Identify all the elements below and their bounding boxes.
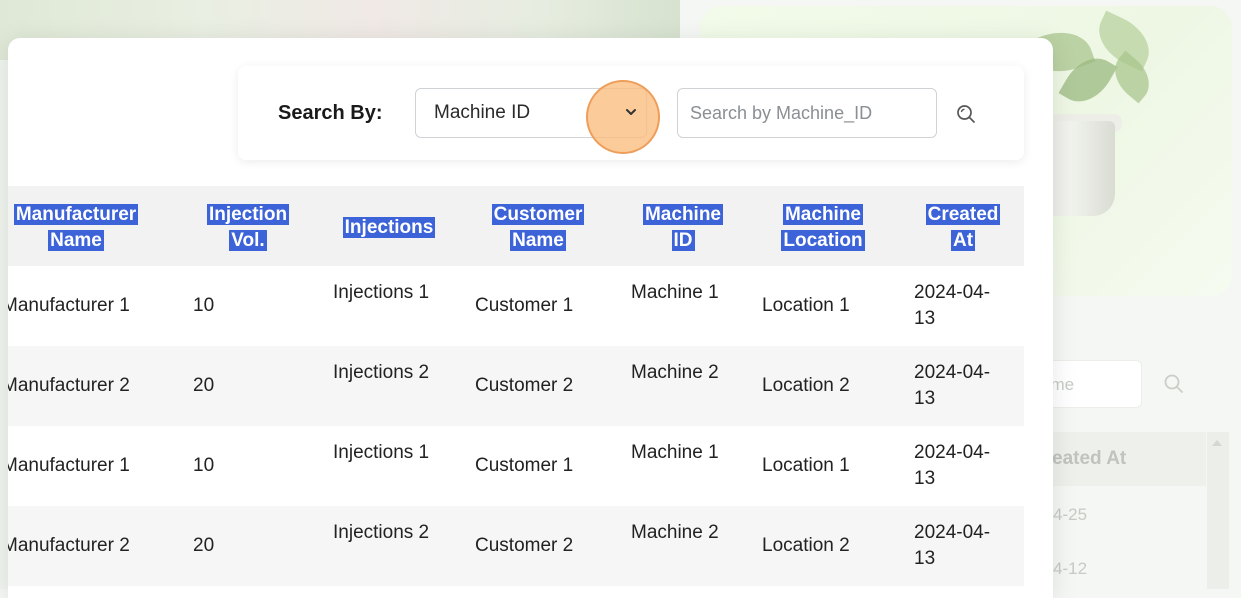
cell-machine-id: Machine 2 xyxy=(631,522,719,543)
cell-manufacturer: Manufacturer 2 xyxy=(8,375,130,396)
cell-injection-vol: 20 xyxy=(193,375,215,396)
background-scrollbar xyxy=(1207,432,1229,589)
column-header-injections[interactable]: Injections xyxy=(328,215,450,241)
cell-machine-location: Location 2 xyxy=(762,375,850,396)
cell-machine-location: Location 1 xyxy=(762,455,850,476)
cell-customer: Customer 2 xyxy=(475,375,574,396)
cell-machine-id: Machine 2 xyxy=(631,362,719,383)
click-indicator xyxy=(586,80,660,154)
search-modal: Search By: Machine ID ManufacturerName I… xyxy=(8,38,1053,598)
background-table-cell: 4-25 xyxy=(1053,505,1088,524)
search-by-label: Search By: xyxy=(278,102,383,124)
cell-injections: Injections 1 xyxy=(333,442,430,463)
table-row[interactable]: Manufacturer 1 10 Injections 1 Customer … xyxy=(8,426,1024,506)
column-header-customer-name[interactable]: Customer Name xyxy=(478,202,598,254)
cell-injections: Injections 2 xyxy=(333,522,430,543)
cell-manufacturer: Manufacturer 1 xyxy=(8,295,130,316)
cell-manufacturer: Manufacturer 1 xyxy=(8,455,130,476)
column-header-machine-id[interactable]: Machine ID xyxy=(628,202,738,254)
cell-machine-location: Location 1 xyxy=(762,295,850,316)
cell-customer: Customer 2 xyxy=(475,535,574,556)
search-by-selected-value: Machine ID xyxy=(434,102,531,123)
table-row[interactable]: Manufacturer 2 20 Injections 2 Customer … xyxy=(8,346,1024,426)
cell-injections: Injections 1 xyxy=(333,282,430,303)
machines-table: Manufacturer Name Injection Vol. Injection… xyxy=(8,186,1024,586)
chevron-down-icon[interactable] xyxy=(624,105,638,119)
search-input[interactable] xyxy=(677,88,937,138)
cell-machine-id: Machine 1 xyxy=(631,282,719,303)
cell-created-at: 2024-04-13 xyxy=(914,362,991,409)
background-table-cell: 4-12 xyxy=(1053,559,1088,578)
cell-injections: Injections 2 xyxy=(333,362,430,383)
search-bar-card: Search By: Machine ID xyxy=(238,66,1024,160)
column-header-machine-location[interactable]: Machine Location xyxy=(768,202,878,254)
cell-machine-location: Location 2 xyxy=(762,535,850,556)
cell-injection-vol: 20 xyxy=(193,535,215,556)
column-header-injection-vol[interactable]: Injection Vol. xyxy=(193,202,303,254)
cell-created-at: 2024-04-13 xyxy=(914,282,991,329)
cell-created-at: 2024-04-13 xyxy=(914,442,991,489)
cell-manufacturer: Manufacturer 2 xyxy=(8,535,130,556)
page-background-strip xyxy=(0,0,8,589)
scroll-up-arrow-icon xyxy=(1212,440,1222,446)
cell-customer: Customer 1 xyxy=(475,455,574,476)
table-row[interactable]: Manufacturer 2 20 Injections 2 Customer … xyxy=(8,506,1024,586)
cell-created-at: 2024-04-13 xyxy=(914,522,991,569)
plant-leaf xyxy=(1104,50,1160,104)
background-search-icon xyxy=(1164,374,1183,393)
column-header-manufacturer-name[interactable]: Manufacturer Name xyxy=(8,202,156,254)
cell-customer: Customer 1 xyxy=(475,295,574,316)
background-table-header: eated At xyxy=(1030,432,1206,486)
search-icon[interactable] xyxy=(954,102,978,126)
table-header: Manufacturer Name Injection Vol. Injection… xyxy=(8,186,1024,266)
cell-machine-id: Machine 1 xyxy=(631,442,719,463)
column-header-created-at[interactable]: Created At xyxy=(913,202,1013,254)
table-row[interactable]: Manufacturer 1 10 Injections 1 Customer … xyxy=(8,266,1024,346)
cell-injection-vol: 10 xyxy=(193,455,215,476)
cell-injection-vol: 10 xyxy=(193,295,215,316)
